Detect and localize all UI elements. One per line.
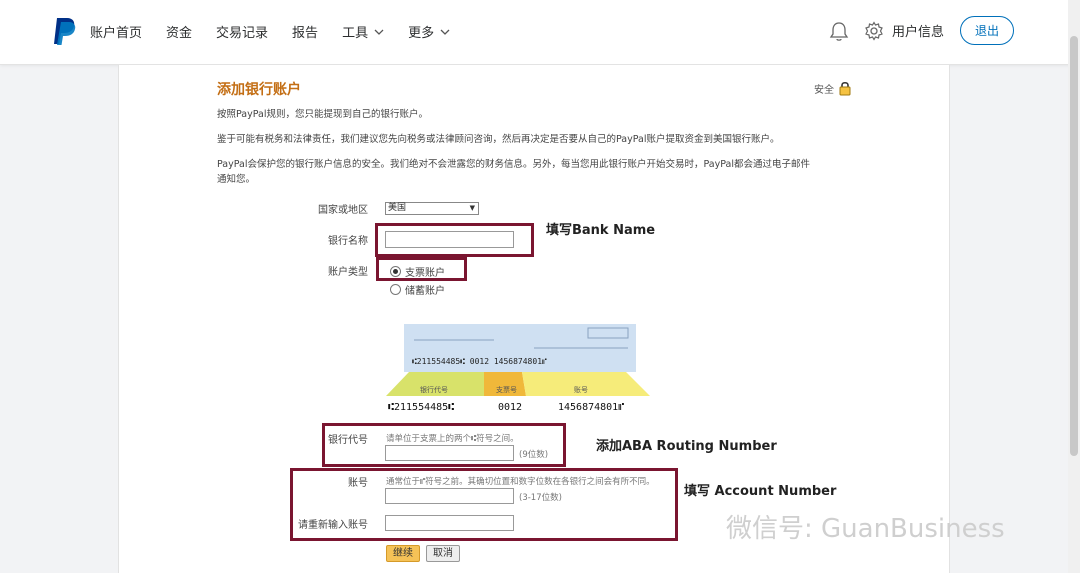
continue-button[interactable]: 继续 [386, 545, 420, 562]
nav-item-tools[interactable]: 工具 [342, 22, 384, 41]
privacy-text-line2: 通知您。 [217, 174, 256, 185]
cheque-label-routing: 银行代号 [420, 385, 448, 394]
tax-advice-text: 鉴于可能有税务和法律责任，我们建议您先向税务或法律顾问咨询，然后再决定是否要从自… [217, 134, 780, 145]
rule-text: 按照PayPal规则，您只能提现到自己的银行账户。 [217, 109, 429, 120]
cheque-micr-routing: ⑆211554485⑆ [388, 402, 454, 413]
privacy-text-line1: PayPal会保护您的银行账户信息的安全。我们绝对不会泄露您的财务信息。另外，每… [217, 159, 811, 170]
user-info-link[interactable]: 用户信息 [892, 21, 944, 40]
main-nav: 账户首页 资金 交易记录 报告 工具 更多 [90, 22, 474, 41]
radio-savings-label: 储蓄账户 [405, 286, 445, 297]
nav-label: 更多 [408, 26, 435, 41]
country-label: 国家或地区 [318, 205, 368, 216]
cheque-illustration: ⑆211554485⑆ 0012 1456874801⑈ 银行代号 支票号 账号… [386, 324, 650, 413]
gear-icon[interactable] [864, 20, 884, 41]
secure-indicator: 安全 [814, 80, 852, 96]
dropdown-arrow-icon: ▼ [469, 204, 475, 212]
cheque-label-check: 支票号 [496, 385, 517, 394]
bell-icon[interactable] [828, 20, 850, 42]
chevron-down-icon [440, 29, 450, 35]
annotation-routing: 添加ABA Routing Number [596, 439, 777, 454]
annotation-box-bank-name [375, 223, 534, 257]
nav-label: 账户首页 [90, 26, 143, 41]
scrollbar[interactable] [1068, 0, 1080, 573]
lock-icon [839, 81, 851, 96]
cheque-micr-top: ⑆211554485⑆ 0012 1456874801⑈ [412, 357, 547, 366]
cheque-micr-account: 1456874801⑈ [558, 402, 624, 413]
nav-label: 交易记录 [216, 26, 269, 41]
account-type-label: 账户类型 [328, 267, 368, 278]
annotation-account: 填写 Account Number [684, 484, 837, 499]
cancel-button[interactable]: 取消 [426, 545, 460, 562]
radio-savings[interactable]: 储蓄账户 [390, 282, 445, 297]
annotation-box-account-type [376, 257, 467, 281]
top-navigation-bar: 账户首页 资金 交易记录 报告 工具 更多 用户信息 退出 [0, 0, 1080, 65]
cheque-label-account: 账号 [574, 385, 588, 394]
annotation-box-account [290, 468, 678, 541]
nav-label: 报告 [292, 26, 319, 41]
annotation-bank-name: 填写Bank Name [546, 223, 656, 238]
logout-button[interactable]: 退出 [959, 16, 1014, 45]
secure-label: 安全 [814, 84, 834, 96]
annotation-box-routing [322, 423, 566, 467]
radio-unselected-icon[interactable] [390, 284, 401, 295]
country-value: 美国 [388, 203, 407, 213]
bank-name-label: 银行名称 [328, 236, 368, 247]
nav-item-more[interactable]: 更多 [408, 22, 450, 41]
nav-item-summary[interactable]: 账户首页 [90, 22, 142, 41]
chevron-down-icon [374, 29, 384, 35]
wechat-watermark: 微信号: GuanBusiness [726, 514, 1005, 544]
nav-label: 工具 [342, 26, 369, 41]
country-select[interactable]: 美国 ▼ [385, 202, 479, 215]
nav-label: 资金 [166, 26, 193, 41]
page-title: 添加银行账户 [217, 82, 301, 98]
nav-item-reports[interactable]: 报告 [292, 22, 318, 41]
header-tools: 用户信息 退出 [828, 16, 1014, 45]
paypal-logo-icon[interactable] [52, 16, 78, 46]
cheque-micr-check: 0012 [498, 402, 522, 413]
scrollbar-thumb[interactable] [1070, 36, 1078, 456]
nav-item-activity[interactable]: 交易记录 [216, 22, 268, 41]
nav-item-funds[interactable]: 资金 [166, 22, 192, 41]
